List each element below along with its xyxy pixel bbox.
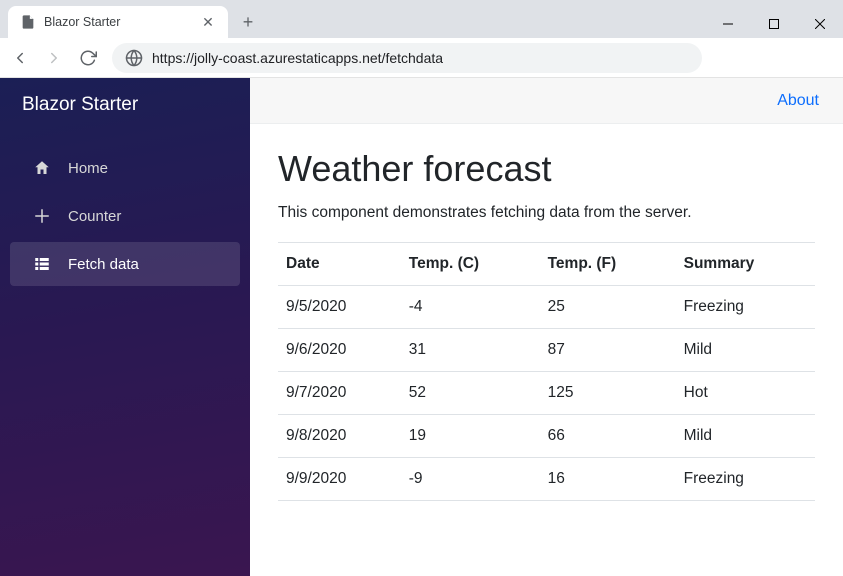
table-row: 9/8/20201966Mild [278, 415, 815, 458]
sidebar-item-fetch-data[interactable]: Fetch data [10, 242, 240, 286]
cell-tf: 125 [540, 372, 676, 415]
sidebar-item-label: Counter [68, 208, 121, 225]
brand-title[interactable]: Blazor Starter [0, 78, 250, 132]
browser-address-bar: https://jolly-coast.azurestaticapps.net/… [0, 38, 843, 78]
table-row: 9/6/20203187Mild [278, 329, 815, 372]
url-text: https://jolly-coast.azurestaticapps.net/… [152, 50, 443, 66]
back-icon[interactable] [10, 48, 30, 68]
table-row: 9/9/2020-916Freezing [278, 458, 815, 501]
cell-tc: 52 [401, 372, 540, 415]
page-description: This component demonstrates fetching dat… [278, 204, 815, 222]
cell-date: 9/8/2020 [278, 415, 401, 458]
table-row: 9/7/202052125Hot [278, 372, 815, 415]
sidebar-item-home[interactable]: Home [10, 146, 240, 190]
sidebar-nav: Home Counter Fetch data [0, 132, 250, 300]
page-content: Weather forecast This component demonstr… [250, 124, 843, 525]
forward-icon[interactable] [44, 48, 64, 68]
browser-titlebar: Blazor Starter ✕ + [0, 0, 843, 38]
cell-date: 9/6/2020 [278, 329, 401, 372]
cell-date: 9/7/2020 [278, 372, 401, 415]
cell-summary: Freezing [676, 286, 815, 329]
minimize-button[interactable] [705, 10, 751, 38]
window-controls [705, 8, 843, 38]
main-content: About Weather forecast This component de… [250, 78, 843, 576]
close-window-button[interactable] [797, 10, 843, 38]
cell-tf: 87 [540, 329, 676, 372]
col-temp-f: Temp. (F) [540, 243, 676, 286]
list-icon [32, 254, 52, 274]
file-icon [20, 14, 36, 30]
cell-date: 9/5/2020 [278, 286, 401, 329]
table-row: 9/5/2020-425Freezing [278, 286, 815, 329]
cell-tc: -4 [401, 286, 540, 329]
cell-tc: -9 [401, 458, 540, 501]
topbar: About [250, 78, 843, 124]
col-summary: Summary [676, 243, 815, 286]
cell-tf: 25 [540, 286, 676, 329]
cell-summary: Freezing [676, 458, 815, 501]
reload-icon[interactable] [78, 48, 98, 68]
cell-summary: Hot [676, 372, 815, 415]
browser-tab[interactable]: Blazor Starter ✕ [8, 6, 228, 38]
about-link[interactable]: About [777, 92, 819, 110]
cell-tc: 19 [401, 415, 540, 458]
home-icon [32, 158, 52, 178]
cell-tf: 16 [540, 458, 676, 501]
page-title: Weather forecast [278, 148, 815, 190]
url-input[interactable]: https://jolly-coast.azurestaticapps.net/… [112, 43, 702, 73]
col-date: Date [278, 243, 401, 286]
app-root: Blazor Starter Home Counter Fetch data A… [0, 78, 843, 576]
maximize-button[interactable] [751, 10, 797, 38]
cell-summary: Mild [676, 329, 815, 372]
cell-tf: 66 [540, 415, 676, 458]
cell-date: 9/9/2020 [278, 458, 401, 501]
sidebar-item-counter[interactable]: Counter [10, 194, 240, 238]
sidebar-item-label: Home [68, 160, 108, 177]
col-temp-c: Temp. (C) [401, 243, 540, 286]
globe-icon [124, 48, 144, 68]
plus-icon [32, 206, 52, 226]
sidebar-item-label: Fetch data [68, 256, 139, 273]
sidebar: Blazor Starter Home Counter Fetch data [0, 78, 250, 576]
table-header-row: Date Temp. (C) Temp. (F) Summary [278, 243, 815, 286]
new-tab-button[interactable]: + [234, 8, 262, 36]
forecast-table: Date Temp. (C) Temp. (F) Summary 9/5/202… [278, 242, 815, 501]
cell-tc: 31 [401, 329, 540, 372]
close-icon[interactable]: ✕ [200, 14, 216, 30]
cell-summary: Mild [676, 415, 815, 458]
tab-title: Blazor Starter [44, 15, 120, 29]
